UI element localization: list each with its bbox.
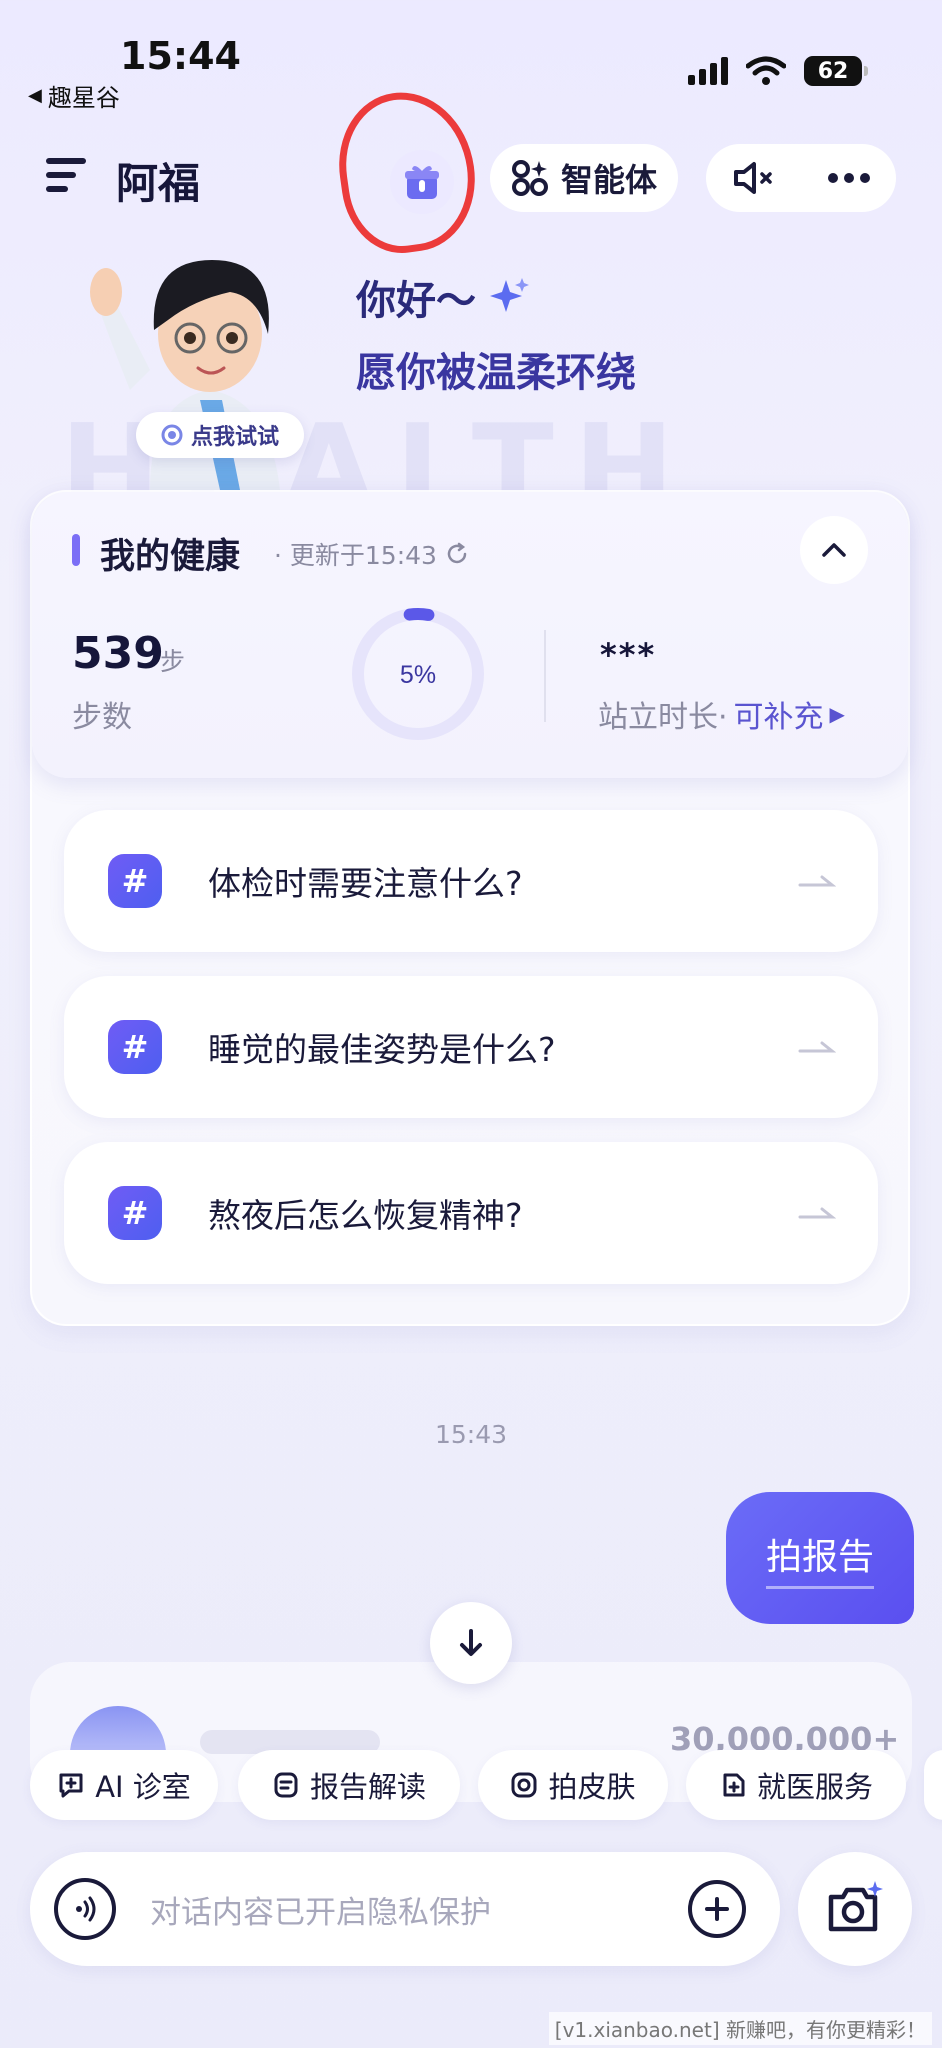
steps-value: 539 xyxy=(72,628,164,679)
stand-label: 站立时长· xyxy=(598,700,728,735)
ai-clinic-icon xyxy=(59,1773,83,1798)
chip-label: 就医服务 xyxy=(756,1770,873,1804)
chip-label: 报告解读 xyxy=(309,1770,426,1804)
hashtag-icon: # xyxy=(108,1020,162,1074)
more-icon[interactable] xyxy=(827,172,871,184)
stand-action: 可补充 xyxy=(733,700,824,735)
battery-icon: 62 xyxy=(804,56,868,86)
agent-label: 智能体 xyxy=(560,161,657,199)
updated-time: · 更新于15:43 xyxy=(274,541,437,570)
chip-label: AI 诊室 xyxy=(95,1770,191,1804)
health-updated: · 更新于15:43 xyxy=(274,536,469,572)
stand-time-link[interactable]: 站立时长· 可补充 ▶ xyxy=(598,692,845,736)
gift-icon xyxy=(405,165,439,199)
health-title: 我的健康 xyxy=(100,537,241,577)
divider xyxy=(544,630,546,722)
progress-ring-label: 5% xyxy=(400,661,436,689)
chat-input[interactable]: 对话内容已开启隐私保护 xyxy=(150,1887,688,1932)
menu-icon[interactable] xyxy=(46,158,86,194)
wifi-icon xyxy=(746,56,786,85)
steps-label: 步数 xyxy=(72,700,132,735)
voice-button[interactable] xyxy=(54,1878,116,1940)
header-actions xyxy=(706,144,896,212)
arrow-right-icon xyxy=(798,1041,836,1053)
refresh-icon[interactable] xyxy=(445,542,469,566)
plus-icon xyxy=(705,1897,729,1921)
question-text: 睡觉的最佳姿势是什么? xyxy=(208,1030,556,1069)
user-message-bubble: 拍报告 xyxy=(726,1492,914,1624)
voice-wave-icon xyxy=(76,1896,96,1922)
question-card-2[interactable]: # 睡觉的最佳姿势是什么? xyxy=(64,976,878,1118)
medical-service-icon xyxy=(723,1773,745,1797)
chip-label: 拍皮肤 xyxy=(548,1770,636,1804)
stand-value: *** xyxy=(600,636,657,674)
gift-button[interactable] xyxy=(390,150,454,214)
add-button[interactable] xyxy=(688,1880,746,1938)
sparkle-icon xyxy=(490,278,529,312)
chat-input-bar: 对话内容已开启隐私保护 xyxy=(30,1852,780,1966)
chip-ai-clinic[interactable]: AI 诊室 xyxy=(30,1750,218,1820)
arrow-right-icon xyxy=(798,1207,836,1219)
back-arrow-icon: ◀ xyxy=(28,85,42,106)
camera-skin-icon xyxy=(511,1772,537,1798)
cellular-signal-icon xyxy=(688,57,728,85)
collapse-button[interactable] xyxy=(800,516,868,584)
user-message-text: 拍报告 xyxy=(765,1528,874,1589)
arrow-right-icon xyxy=(798,875,836,887)
play-arrow-icon: ▶ xyxy=(829,702,845,726)
camera-button[interactable] xyxy=(798,1852,912,1966)
watermark-text: [v1.xianbao.net] 新赚吧，有你更精彩！ xyxy=(548,2012,932,2045)
question-card-1[interactable]: # 体检时需要注意什么? xyxy=(64,810,878,952)
radio-dot-icon xyxy=(161,424,183,446)
report-icon xyxy=(274,1772,298,1798)
greeting-line2: 愿你被温柔环绕 xyxy=(356,350,636,396)
question-card-3[interactable]: # 熬夜后怎么恢复精神? xyxy=(64,1142,878,1284)
try-me-button[interactable]: 点我试试 xyxy=(136,412,304,458)
chevron-up-icon xyxy=(822,543,846,557)
chat-timestamp: 15:43 xyxy=(434,1420,508,1449)
scroll-down-button[interactable] xyxy=(430,1602,512,1684)
status-indicators: 62 xyxy=(688,56,868,86)
chip-overflow[interactable] xyxy=(924,1750,942,1820)
chip-photo-skin[interactable]: 拍皮肤 xyxy=(478,1750,668,1820)
question-text: 熬夜后怎么恢复精神? xyxy=(208,1196,523,1235)
arrow-down-icon xyxy=(460,1629,482,1656)
page-title: 阿福 xyxy=(116,159,201,208)
progress-ring[interactable]: 5% xyxy=(350,606,486,742)
status-time: 15:44 xyxy=(120,34,241,78)
agent-icon xyxy=(511,160,548,196)
camera-sparkle-icon xyxy=(828,1881,883,1932)
greeting-text: 你好～ xyxy=(356,278,476,324)
hashtag-icon: # xyxy=(108,1186,162,1240)
agent-button[interactable]: 智能体 xyxy=(490,144,678,212)
try-me-label: 点我试试 xyxy=(190,425,279,450)
hashtag-icon: # xyxy=(108,854,162,908)
chip-medical-service[interactable]: 就医服务 xyxy=(686,1750,906,1820)
back-app-label: 趣星谷 xyxy=(47,84,120,112)
chip-report-reading[interactable]: 报告解读 xyxy=(238,1750,460,1820)
greeting-line1: 你好～ xyxy=(356,268,530,326)
steps-unit: 步 xyxy=(160,647,186,676)
mute-speaker-icon[interactable] xyxy=(732,160,776,196)
back-to-app[interactable]: ◀ 趣星谷 xyxy=(28,78,120,113)
question-text: 体检时需要注意什么? xyxy=(208,864,523,903)
health-title-accent xyxy=(72,534,80,566)
